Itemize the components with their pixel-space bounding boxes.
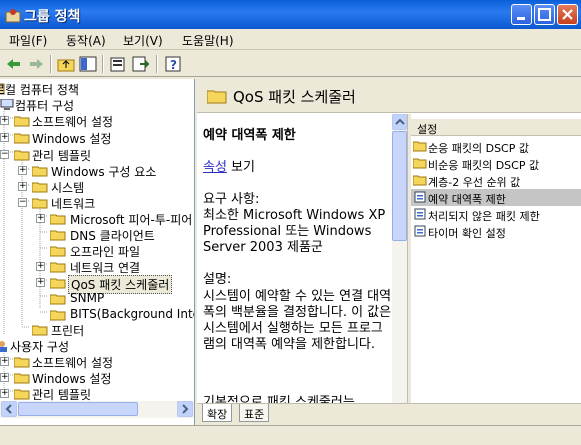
- properties-link[interactable]: 속성: [203, 160, 227, 175]
- policy-setting-icon: [414, 225, 426, 237]
- scroll-right-button[interactable]: [177, 401, 193, 417]
- scroll-thumb[interactable]: [18, 402, 138, 416]
- folder-icon: [14, 357, 30, 368]
- folder-icon: [14, 373, 30, 384]
- toolbar-separator: [102, 55, 104, 73]
- view-tabs: 확장 표준: [197, 403, 581, 425]
- toolbar-separator: [156, 55, 158, 73]
- expand-plus-icon[interactable]: +: [36, 278, 45, 287]
- expand-plus-icon[interactable]: +: [0, 389, 9, 398]
- policy-setting-icon: [414, 208, 426, 220]
- tab-extended[interactable]: 확장: [202, 404, 233, 422]
- forward-arrow-icon[interactable]: [26, 54, 46, 74]
- setting-item[interactable]: 처리되지 않은 패킷 제한: [411, 206, 581, 223]
- folder-open-icon: [50, 278, 66, 289]
- folder-icon: [207, 90, 227, 104]
- folder-icon: [32, 182, 48, 193]
- chevron-left-icon: [5, 404, 12, 414]
- description-label: 설명:: [203, 272, 232, 287]
- collapse-minus-icon[interactable]: −: [0, 150, 9, 159]
- settings-list: 설정 순응 패킷의 DSCP 값 비순응 패킷의 DSCP 값 계층-2 우선 …: [411, 114, 581, 425]
- folder-open-icon: [32, 198, 48, 209]
- computer-icon: [0, 99, 14, 110]
- description-panel: 예약 대역폭 제한 속성 보기 요구 사항: 최소한 Microsoft Win…: [197, 114, 407, 425]
- tab-standard[interactable]: 표준: [239, 404, 270, 422]
- expand-plus-icon[interactable]: +: [0, 133, 9, 142]
- expand-plus-icon[interactable]: +: [36, 214, 45, 223]
- chevron-right-icon: [182, 404, 189, 414]
- folder-icon: [50, 246, 66, 257]
- details-pane: QoS 패킷 스케줄러 예약 대역폭 제한 속성 보기 요구 사항: 최소한 M…: [197, 79, 581, 425]
- up-folder-icon[interactable]: [56, 54, 76, 74]
- toolbar: ?: [0, 51, 581, 77]
- expand-plus-icon[interactable]: +: [0, 116, 9, 125]
- scroll-up-button[interactable]: [392, 114, 407, 130]
- maximize-button[interactable]: [534, 4, 555, 25]
- back-arrow-icon[interactable]: [4, 54, 24, 74]
- menu-help[interactable]: 도움말(H): [182, 32, 234, 49]
- folder-icon: [14, 150, 30, 161]
- setting-item[interactable]: 타이머 확인 설정: [411, 223, 581, 240]
- description-text: 시스템이 예약할 수 있는 연결 대역폭의 백분율을 결정합니다. 이 값은 시…: [203, 289, 392, 352]
- setting-title: 예약 대역폭 제한: [203, 128, 296, 143]
- chevron-up-icon: [395, 118, 405, 125]
- folder-icon: [413, 141, 427, 152]
- window-title: 그룹 정책: [24, 9, 81, 25]
- expand-plus-icon[interactable]: +: [18, 166, 27, 175]
- tree-horizontal-scrollbar[interactable]: [0, 401, 194, 418]
- properties-link-line: 속성 보기: [203, 156, 255, 175]
- close-button[interactable]: [557, 4, 578, 25]
- group-policy-icon: [5, 9, 21, 23]
- requirements-text: 최소한 Microsoft Windows XP Professional 또는…: [203, 208, 386, 255]
- setting-item-selected[interactable]: 예약 대역폭 제한: [411, 189, 581, 206]
- minimize-icon: [517, 17, 525, 20]
- details-header: QoS 패킷 스케줄러: [197, 79, 581, 113]
- setting-item[interactable]: 비순응 패킷의 DSCP 값: [411, 155, 581, 172]
- toolbar-separator: [50, 55, 52, 73]
- expand-plus-icon[interactable]: +: [0, 357, 9, 366]
- console-tree[interactable]: 로컬 컴퓨터 정책 컴퓨터 구성 + 소프트웨어 설정 + Windows 설정…: [0, 79, 195, 445]
- expand-plus-icon[interactable]: +: [0, 373, 9, 382]
- svg-text:?: ?: [170, 58, 177, 72]
- properties-icon[interactable]: [108, 54, 128, 74]
- setting-item[interactable]: 순응 패킷의 DSCP 값: [411, 138, 581, 155]
- folder-icon: [50, 262, 66, 273]
- title-bar[interactable]: 그룹 정책: [0, 0, 581, 29]
- folder-icon: [14, 116, 30, 127]
- user-icon: [0, 341, 7, 352]
- folder-icon: [50, 230, 66, 241]
- requirements-label: 요구 사항:: [203, 192, 260, 207]
- folder-icon: [32, 166, 48, 177]
- menu-file[interactable]: 파일(F): [9, 32, 47, 49]
- menu-bar: 파일(F) 동작(A) 보기(V) 도움말(H): [0, 29, 581, 50]
- folder-icon: [32, 325, 48, 336]
- expand-plus-icon[interactable]: +: [36, 262, 45, 271]
- expand-plus-icon[interactable]: +: [18, 182, 27, 191]
- menu-view[interactable]: 보기(V): [123, 32, 163, 49]
- collapse-minus-icon[interactable]: −: [18, 198, 27, 207]
- properties-link-suffix: 보기: [226, 160, 255, 175]
- folder-icon: [14, 389, 30, 400]
- maximize-icon: [538, 8, 551, 21]
- details-title: QoS 패킷 스케줄러: [233, 88, 356, 106]
- folder-icon: [413, 175, 427, 186]
- folder-icon: [50, 310, 66, 321]
- folder-icon: [50, 214, 66, 225]
- folder-icon: [413, 158, 427, 169]
- description-scrollbar[interactable]: [392, 114, 407, 425]
- folder-icon: [50, 294, 66, 305]
- show-hide-tree-icon[interactable]: [78, 54, 98, 74]
- close-icon: [562, 9, 573, 20]
- scroll-thumb[interactable]: [392, 131, 407, 241]
- menu-action[interactable]: 동작(A): [66, 32, 106, 49]
- policy-setting-icon: [414, 191, 426, 203]
- scroll-left-button[interactable]: [1, 401, 17, 417]
- export-list-icon[interactable]: [130, 54, 150, 74]
- status-bar: [0, 425, 581, 445]
- minimize-button[interactable]: [511, 4, 532, 25]
- help-icon[interactable]: ?: [163, 54, 183, 74]
- setting-item[interactable]: 계층-2 우선 순위 값: [411, 172, 581, 189]
- settings-column-header[interactable]: 설정: [411, 119, 581, 136]
- folder-icon: [14, 133, 30, 144]
